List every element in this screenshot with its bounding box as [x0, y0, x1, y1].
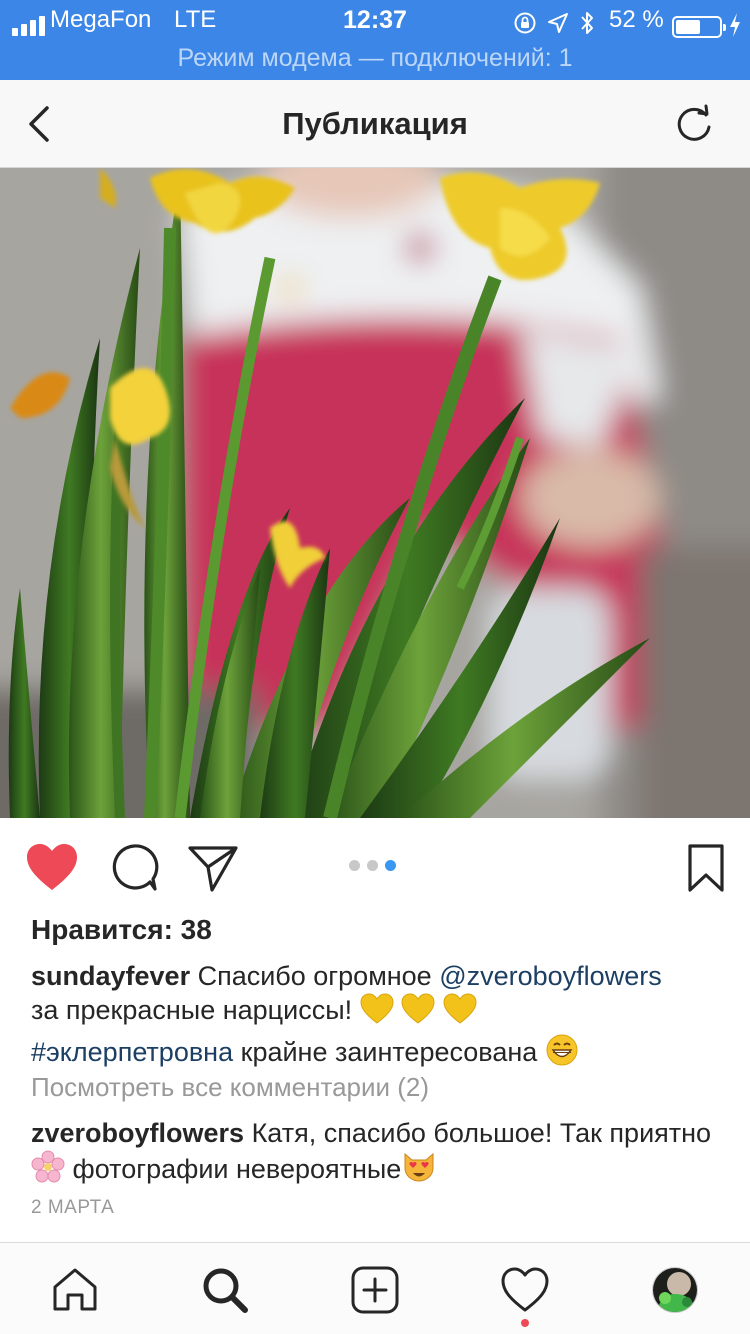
home-icon[interactable] — [50, 1265, 100, 1315]
view-all-comments-link[interactable]: Посмотреть все комментарии (2) — [31, 1072, 429, 1103]
hotspot-banner[interactable]: Режим модема — подключений: 1 — [0, 44, 750, 73]
yellow-heart-emoji — [401, 993, 435, 1033]
page-title: Публикация — [282, 106, 468, 141]
daffodils-photo — [0, 168, 750, 818]
yellow-heart-emoji — [443, 993, 477, 1033]
carousel-dot — [367, 860, 378, 871]
comment-text: Катя, спасибо большое! Так приятно — [251, 1118, 712, 1148]
search-icon[interactable] — [200, 1265, 250, 1315]
activity-heart-icon[interactable] — [500, 1265, 550, 1315]
comment-username[interactable]: zveroboyflowers — [31, 1118, 244, 1148]
battery-percent: 52 % — [609, 6, 664, 33]
refresh-icon[interactable] — [670, 101, 718, 149]
caption-hashtag[interactable]: #эклерпетровна — [31, 1037, 233, 1067]
activity-notification-dot — [521, 1319, 529, 1327]
location-arrow-icon — [548, 13, 568, 33]
profile-avatar[interactable] — [652, 1267, 698, 1313]
bluetooth-icon — [581, 12, 593, 34]
caption-username[interactable]: sundayfever — [31, 961, 190, 991]
rotation-lock-icon — [514, 12, 536, 34]
status-bar: MegaFon LTE 12:37 52 % Режим модема — по… — [0, 0, 750, 80]
carousel-indicator — [349, 860, 396, 871]
add-post-icon[interactable] — [350, 1265, 400, 1315]
carousel-dot — [349, 860, 360, 871]
navigation-bar: Публикация — [0, 80, 750, 168]
post-date: 2 МАРТА — [31, 1197, 115, 1218]
caption-text: Спасибо огромное — [197, 961, 432, 991]
bookmark-icon[interactable] — [678, 840, 734, 896]
likes-count[interactable]: Нравится: 38 — [31, 914, 212, 946]
share-direct-icon[interactable] — [186, 840, 242, 896]
charging-bolt-icon — [730, 13, 740, 37]
tab-bar — [0, 1242, 750, 1334]
post-photo[interactable] — [0, 168, 750, 818]
grinning-face-emoji — [545, 1033, 579, 1075]
caption-text-end: крайне заинтересована — [240, 1037, 538, 1067]
battery-icon — [672, 16, 726, 38]
like-heart-icon[interactable] — [24, 840, 80, 896]
caption-text-line2: за прекрасные нарциссы! — [31, 995, 353, 1025]
caption-mention[interactable]: @zveroboyflowers — [439, 961, 662, 991]
post-actions — [0, 818, 750, 918]
comment-icon[interactable] — [106, 840, 162, 896]
heart-eyes-cat-emoji — [401, 1150, 437, 1192]
post-caption: sundayfever Спасибо огромное @zveroboyfl… — [31, 960, 731, 1075]
carousel-dot-active — [385, 860, 396, 871]
yellow-heart-emoji — [360, 993, 394, 1033]
comment: zveroboyflowers Катя, спасибо большое! Т… — [31, 1117, 731, 1192]
cherry-blossom-emoji — [31, 1150, 65, 1192]
comment-text-2: фотографии невероятные — [72, 1154, 402, 1184]
